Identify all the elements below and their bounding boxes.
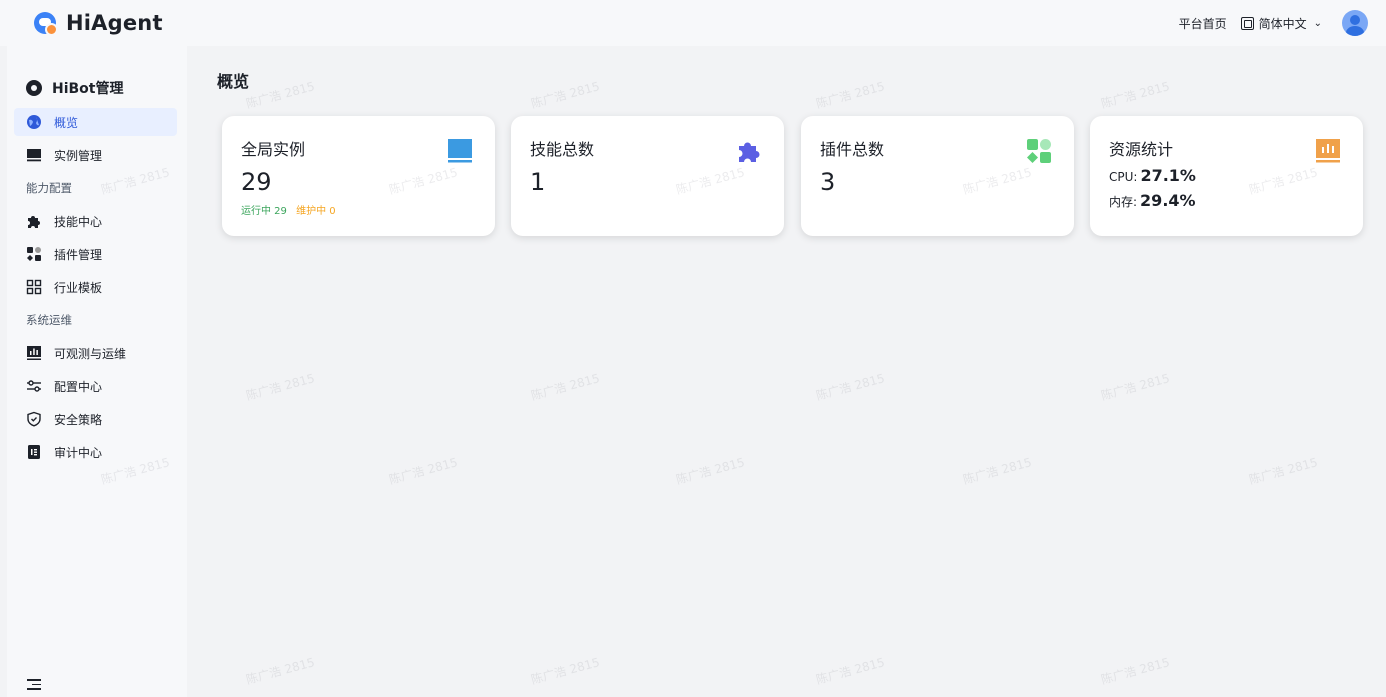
maintenance-count: 维护中 0 <box>296 206 336 217</box>
sidebar-header: HiBot管理 <box>7 46 187 108</box>
sidebar-item-audit[interactable]: 审计中心 <box>14 438 177 466</box>
collapse-sidebar-icon[interactable] <box>27 679 41 691</box>
card-plugins[interactable]: 插件总数 3 <box>801 116 1074 236</box>
cpu-usage: CPU: 27.1% <box>1109 166 1343 185</box>
chart-icon <box>1315 138 1341 164</box>
card-label: 技能总数 <box>530 140 595 159</box>
nav-group-ops: 系统运维 <box>26 313 72 327</box>
running-count: 运行中 29 <box>241 206 287 217</box>
puzzle-icon <box>26 213 42 229</box>
card-value: 1 <box>530 168 546 196</box>
memory-label: 内存: <box>1109 195 1138 209</box>
sidebar-item-overview[interactable]: 概览 <box>14 108 177 136</box>
card-instances[interactable]: 全局实例 29 运行中 29 维护中 0 <box>222 116 495 236</box>
sidebar-item-label: 安全策略 <box>54 412 103 427</box>
instance-icon <box>447 138 473 164</box>
language-icon <box>1240 16 1254 30</box>
sidebar-item-plugins[interactable]: 插件管理 <box>14 240 177 268</box>
sidebar-item-observability[interactable]: 可观测与运维 <box>14 339 177 367</box>
sidebar-nav: 概览 实例管理 能力配置 技能中心 插件管理 行业模板 系统运维 可观测与运维 … <box>7 108 187 466</box>
language-selector[interactable]: 简体中文 ⌄ <box>1240 15 1322 32</box>
card-resources[interactable]: 资源统计 CPU: 27.1% 内存: 29.4% <box>1090 116 1363 236</box>
sidebar-item-skills[interactable]: 技能中心 <box>14 207 177 235</box>
sidebar-item-instances[interactable]: 实例管理 <box>14 141 177 169</box>
top-bar: HiAgent 平台首页 简体中文 ⌄ <box>0 0 1386 46</box>
cpu-value: 27.1% <box>1140 166 1196 185</box>
sidebar-item-label: 概览 <box>54 115 79 130</box>
hiagent-logo-icon <box>34 12 58 36</box>
user-avatar[interactable] <box>1342 10 1368 36</box>
grid-icon <box>26 279 42 295</box>
apps-icon <box>1026 138 1052 164</box>
app-name: HiAgent <box>66 11 163 35</box>
top-right-actions: 平台首页 简体中文 ⌄ <box>1179 10 1368 36</box>
sidebar: HiBot管理 概览 实例管理 能力配置 技能中心 插件管理 行业模板 系统运维… <box>7 46 187 697</box>
shield-icon <box>26 411 42 427</box>
card-value: 3 <box>820 168 836 196</box>
nav-group-ability: 能力配置 <box>26 181 72 195</box>
memory-usage: 内存: 29.4% <box>1109 191 1343 210</box>
sidebar-title: HiBot管理 <box>52 80 124 97</box>
audit-icon <box>26 444 42 460</box>
home-link[interactable]: 平台首页 <box>1179 15 1227 32</box>
card-value: 29 <box>241 168 272 196</box>
monitor-icon <box>26 147 42 163</box>
sidebar-item-label: 插件管理 <box>54 247 103 262</box>
sidebar-item-label: 可观测与运维 <box>54 346 127 361</box>
sliders-icon <box>26 378 42 394</box>
sidebar-item-label: 审计中心 <box>54 445 103 460</box>
card-label: 资源统计 <box>1109 140 1174 159</box>
sidebar-item-templates[interactable]: 行业模板 <box>14 273 177 301</box>
main-content: 概览 全局实例 29 运行中 29 维护中 0 技能总数 1 插件总数 3 资源… <box>187 46 1386 697</box>
sidebar-item-label: 配置中心 <box>54 379 103 394</box>
page-title: 概览 <box>217 72 250 91</box>
card-skills[interactable]: 技能总数 1 <box>511 116 784 236</box>
language-label: 简体中文 <box>1258 16 1307 31</box>
chart-icon <box>26 345 42 361</box>
globe-icon <box>26 114 42 130</box>
gear-icon <box>26 79 42 96</box>
card-label: 全局实例 <box>241 140 306 159</box>
sidebar-item-security[interactable]: 安全策略 <box>14 405 177 433</box>
instance-status: 运行中 29 维护中 0 <box>241 202 475 217</box>
sidebar-item-label: 技能中心 <box>54 214 103 229</box>
sidebar-item-config[interactable]: 配置中心 <box>14 372 177 400</box>
memory-value: 29.4% <box>1140 191 1196 210</box>
apps-icon <box>26 246 42 262</box>
brand[interactable]: HiAgent <box>34 11 163 36</box>
card-label: 插件总数 <box>820 140 885 159</box>
sidebar-item-label: 行业模板 <box>54 280 103 295</box>
cpu-label: CPU: <box>1109 170 1138 184</box>
puzzle-icon <box>736 138 762 164</box>
sidebar-item-label: 实例管理 <box>54 148 103 163</box>
chevron-down-icon: ⌄ <box>1313 17 1322 29</box>
